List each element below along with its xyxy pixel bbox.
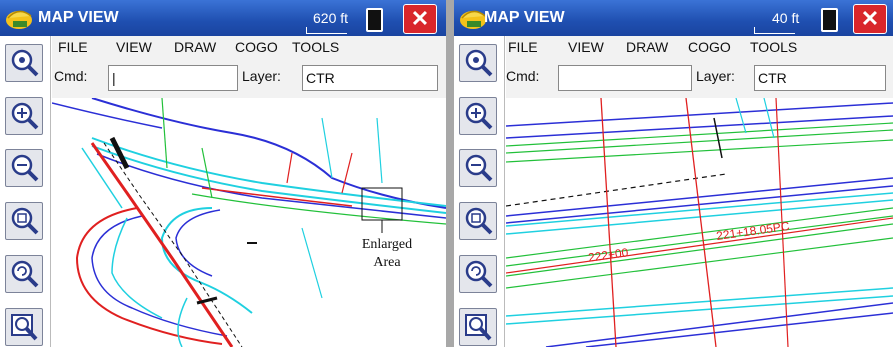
layer-field[interactable]: CTR [754, 65, 886, 91]
zoom-previous-icon[interactable] [5, 255, 43, 293]
pane-divider [446, 0, 454, 347]
enlarged-area-label: Enlarged Area [347, 236, 427, 272]
close-button[interactable]: ✕ [403, 4, 437, 34]
cmd-input[interactable] [558, 65, 692, 91]
zoom-in-icon[interactable] [459, 97, 497, 135]
menu-draw[interactable]: DRAW [626, 39, 668, 55]
cmd-label: Cmd: [506, 68, 540, 84]
map-drawing [506, 98, 893, 347]
zoom-realtime-icon[interactable] [5, 308, 43, 346]
zoom-extents-icon[interactable] [5, 44, 43, 82]
window-title: MAP VIEW [38, 9, 119, 26]
command-bar: Cmd: | Layer: CTR [52, 58, 446, 99]
scale-readout: 620 ft [313, 10, 349, 26]
map-view-window-right: MAP VIEW 40 ft ✕ FILE VIEW DRAW COGO TOO… [454, 0, 893, 347]
command-bar: Cmd: Layer: CTR [506, 58, 893, 99]
layer-field[interactable]: CTR [302, 65, 438, 91]
menu-tools[interactable]: TOOLS [750, 39, 797, 55]
battery-icon [821, 8, 838, 32]
map-view-window-left: MAP VIEW 620 ft ✕ FILE VIEW DRAW COGO TO… [0, 0, 446, 347]
map-canvas[interactable]: Enlarged Area [52, 98, 446, 347]
cmd-label: Cmd: [54, 68, 88, 84]
map-canvas[interactable]: 222+00 221+18.05PC [506, 98, 893, 347]
zoom-previous-icon[interactable] [459, 255, 497, 293]
menu-draw[interactable]: DRAW [174, 39, 216, 55]
menu-cogo[interactable]: COGO [235, 39, 278, 55]
menu-cogo[interactable]: COGO [688, 39, 731, 55]
layer-label: Layer: [242, 68, 281, 84]
scale-readout: 40 ft [772, 10, 800, 26]
annotation-line-2: Area [373, 255, 401, 270]
menu-file[interactable]: FILE [58, 39, 88, 55]
scale-bar [306, 27, 347, 34]
menu-view[interactable]: VIEW [568, 39, 604, 55]
scale-bar [754, 27, 795, 34]
menu-tools[interactable]: TOOLS [292, 39, 339, 55]
layer-label: Layer: [696, 68, 735, 84]
title-bar: MAP VIEW 620 ft ✕ [0, 0, 446, 36]
close-button[interactable]: ✕ [853, 4, 887, 34]
zoom-out-icon[interactable] [5, 149, 43, 187]
zoom-in-icon[interactable] [5, 97, 43, 135]
menu-view[interactable]: VIEW [116, 39, 152, 55]
menu-bar: FILE VIEW DRAW COGO TOOLS [52, 36, 446, 58]
cmd-input[interactable]: | [108, 65, 238, 91]
battery-icon [366, 8, 383, 32]
app-logo-icon [6, 10, 32, 29]
zoom-extents-icon[interactable] [459, 44, 497, 82]
annotation-line-1: Enlarged [361, 237, 413, 252]
zoom-out-icon[interactable] [459, 149, 497, 187]
zoom-toolbar [0, 36, 51, 347]
zoom-window-icon[interactable] [5, 202, 43, 240]
zoom-toolbar [454, 36, 505, 347]
menu-file[interactable]: FILE [508, 39, 538, 55]
menu-bar: FILE VIEW DRAW COGO TOOLS [506, 36, 893, 58]
window-title: MAP VIEW [484, 9, 565, 26]
zoom-window-icon[interactable] [459, 202, 497, 240]
title-bar: MAP VIEW 40 ft ✕ [454, 0, 893, 36]
map-drawing [52, 98, 446, 347]
zoom-realtime-icon[interactable] [459, 308, 497, 346]
